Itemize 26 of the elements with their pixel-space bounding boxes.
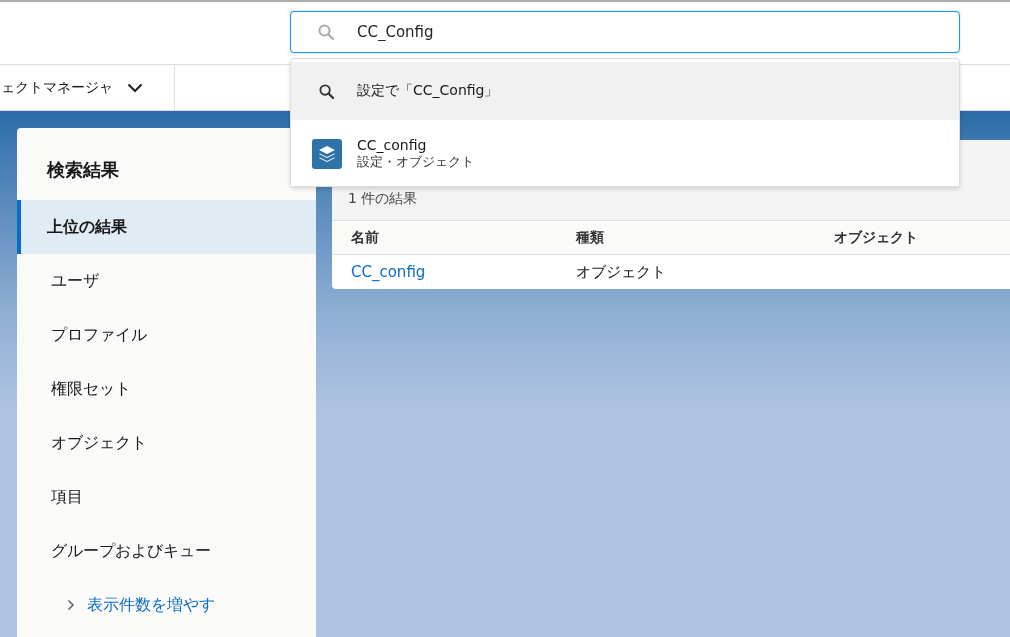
- app-switcher[interactable]: ェクトマネージャ: [0, 65, 175, 110]
- sidebar-title: 検索結果: [47, 158, 120, 182]
- sidebar-item[interactable]: 上位の結果: [17, 200, 316, 254]
- chevron-down-icon: [127, 82, 143, 93]
- search-icon: [319, 83, 334, 99]
- sidebar-item[interactable]: オブジェクト: [17, 416, 316, 470]
- search-suggestion[interactable]: 設定で「CC_Config」: [291, 62, 959, 120]
- table-cell-text: オブジェクト: [576, 262, 667, 282]
- layers-icon: [312, 139, 342, 169]
- result-link[interactable]: CC_config: [351, 263, 426, 281]
- sidebar-item[interactable]: ユーザ: [17, 254, 316, 308]
- suggestion-title: CC_config: [357, 137, 428, 153]
- chevron-right-icon: [67, 599, 75, 611]
- suggestion-subtitle: 設定・オブジェクト: [357, 153, 474, 171]
- column-header: 名前: [351, 228, 380, 247]
- result-count: 1 件の結果: [348, 190, 418, 208]
- sidebar-item[interactable]: プロファイル: [17, 308, 316, 362]
- sidebar-item[interactable]: グループおよびキュー: [17, 524, 316, 578]
- object-suggestion[interactable]: CC_config 設定・オブジェクト: [291, 122, 959, 186]
- search-field[interactable]: CC_Config: [290, 11, 960, 53]
- column-header: オブジェクト: [834, 228, 919, 247]
- sidebar-item[interactable]: 権限セット: [17, 362, 316, 416]
- show-more-link[interactable]: 表示件数を増やす: [87, 594, 215, 616]
- column-header: 種類: [576, 228, 605, 247]
- sidebar-item[interactable]: 項目: [17, 470, 316, 524]
- suggestion-text: 設定で「CC_Config」: [357, 82, 499, 100]
